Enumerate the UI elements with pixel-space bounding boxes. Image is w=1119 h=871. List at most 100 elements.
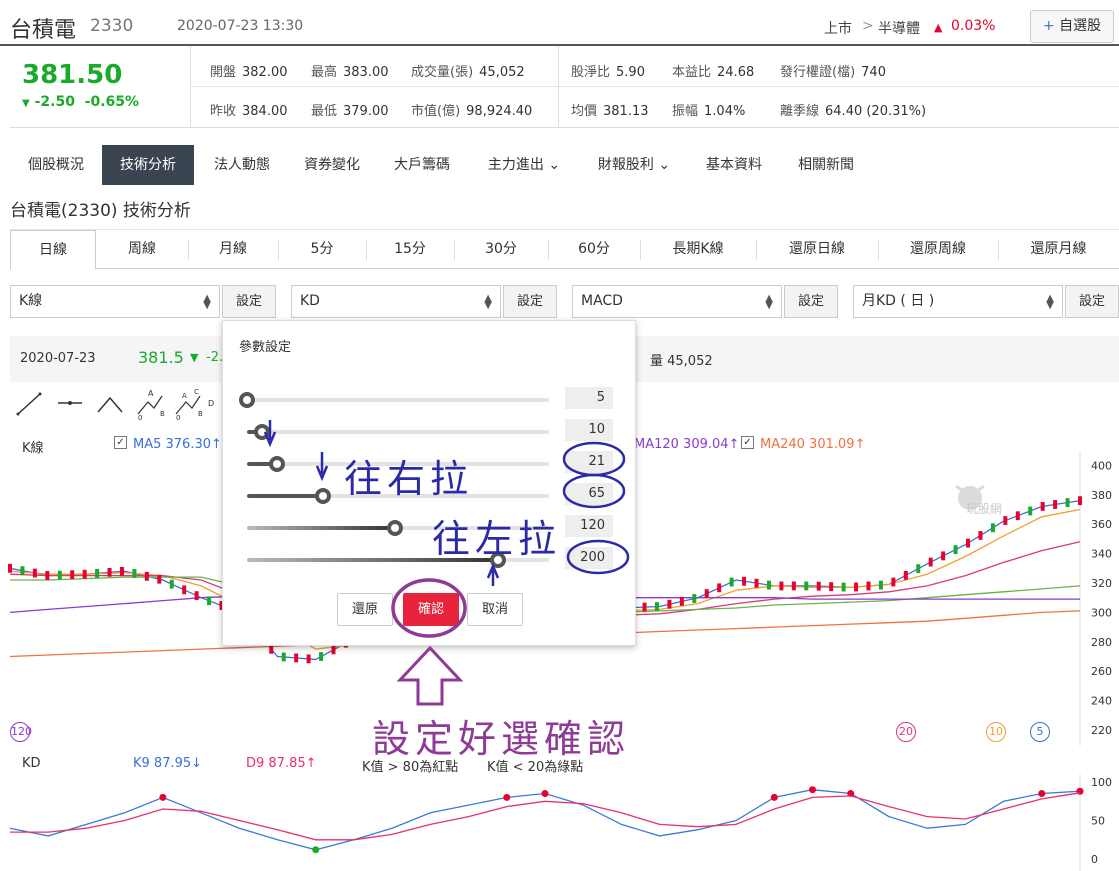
main-tab[interactable]: 大戶籌碼 bbox=[382, 145, 462, 185]
indicator-select[interactable]: KD ▲ ▼ bbox=[291, 285, 501, 318]
candle bbox=[157, 574, 162, 584]
y-tick-label: 380 bbox=[1091, 489, 1112, 502]
main-tab[interactable]: 資券變化 bbox=[292, 145, 372, 185]
checkbox-ma240[interactable]: ✓ bbox=[741, 436, 754, 449]
slider-handle[interactable] bbox=[314, 488, 331, 504]
quote-label: 昨收 bbox=[210, 104, 237, 119]
slider-track[interactable] bbox=[247, 430, 549, 434]
ma240-legend: MA240 301.09↑ bbox=[760, 437, 866, 452]
candle bbox=[729, 577, 734, 587]
quote-label: 最高 bbox=[311, 65, 338, 80]
horizontal-line-icon[interactable] bbox=[58, 401, 82, 405]
candle bbox=[107, 567, 112, 577]
select-value: 月KD ( 日 ) bbox=[862, 293, 935, 309]
confirm-button[interactable]: 確認 bbox=[403, 593, 459, 626]
change-pct: -0.65% bbox=[84, 94, 140, 110]
main-tab[interactable]: 技術分析 bbox=[102, 145, 194, 185]
triangle-down-icon: ▼ bbox=[190, 351, 199, 364]
market-link[interactable]: 上市 bbox=[824, 18, 852, 38]
d9-value: D9 87.85↑ bbox=[246, 756, 317, 771]
period-tab[interactable]: 還原月線 bbox=[998, 230, 1119, 269]
svg-text:D: D bbox=[208, 399, 214, 408]
settings-button[interactable]: 設定 bbox=[784, 285, 838, 318]
settings-button[interactable]: 設定 bbox=[222, 285, 276, 318]
slider-fill bbox=[247, 526, 395, 530]
period-value[interactable]: 65 bbox=[565, 483, 613, 505]
add-watchlist-button[interactable]: + 自選股 bbox=[1030, 10, 1114, 43]
select-arrows-icon: ▲ ▼ bbox=[1046, 293, 1054, 311]
peak-tool-icon[interactable] bbox=[97, 396, 123, 413]
change-value: -2.50 bbox=[34, 94, 75, 110]
period-tab[interactable]: 周線 bbox=[96, 230, 188, 269]
period-value[interactable]: 5 bbox=[565, 387, 613, 409]
candle bbox=[928, 557, 933, 567]
quote-item: 最低 379.00 bbox=[311, 100, 389, 119]
period-tab[interactable]: 日線 bbox=[10, 230, 96, 270]
candle bbox=[941, 551, 946, 561]
main-tab[interactable]: 主力進出 ⌄ bbox=[474, 145, 574, 185]
quote-item: 振幅 1.04% bbox=[672, 100, 745, 119]
period-tab[interactable]: 還原日線 bbox=[756, 230, 878, 269]
quote-item: 市值(億) 98,924.40 bbox=[411, 100, 532, 119]
period-tab[interactable]: 5分 bbox=[278, 230, 366, 269]
settings-button[interactable]: 設定 bbox=[503, 285, 557, 318]
kd-tick-label: 50 bbox=[1091, 815, 1105, 828]
candle bbox=[667, 599, 672, 609]
industry-link[interactable]: 半導體 bbox=[878, 18, 920, 38]
candle bbox=[95, 568, 100, 578]
main-tab-label: 個股概況 bbox=[28, 157, 84, 173]
kd-label: KD bbox=[22, 756, 41, 771]
select-value: MACD bbox=[581, 293, 623, 309]
candle bbox=[269, 644, 274, 654]
period-value[interactable]: 10 bbox=[565, 419, 613, 441]
cancel-button[interactable]: 取消 bbox=[467, 593, 523, 626]
main-tab[interactable]: 相關新聞 bbox=[786, 145, 866, 185]
candle bbox=[45, 571, 50, 580]
slider-handle[interactable] bbox=[386, 520, 403, 536]
settings-button[interactable]: 設定 bbox=[1065, 285, 1119, 318]
period-tab[interactable]: 30分 bbox=[454, 230, 548, 269]
quote-item: 成交量(張) 45,052 bbox=[411, 61, 525, 80]
period-tab[interactable]: 長期K線 bbox=[640, 230, 756, 269]
candle bbox=[169, 579, 174, 589]
y-tick-label: 220 bbox=[1091, 724, 1112, 737]
period-tab[interactable]: 還原周線 bbox=[878, 230, 998, 269]
period-tab[interactable]: 60分 bbox=[548, 230, 640, 269]
candle bbox=[654, 602, 659, 612]
main-tab[interactable]: 法人動態 bbox=[202, 145, 282, 185]
period-tab[interactable]: 月線 bbox=[188, 230, 278, 269]
slider-handle[interactable] bbox=[239, 392, 255, 408]
period-value[interactable]: 120 bbox=[565, 515, 613, 537]
candle bbox=[642, 602, 647, 612]
divider bbox=[558, 46, 559, 128]
slider-track[interactable] bbox=[247, 398, 549, 402]
candle bbox=[953, 545, 958, 555]
reset-button[interactable]: 還原 bbox=[337, 593, 393, 626]
checkbox-ma5[interactable]: ✓ bbox=[114, 436, 127, 449]
candle bbox=[207, 596, 212, 606]
main-tab[interactable]: 基本資料 bbox=[692, 145, 776, 185]
quote-item: 發行權證(檔) 740 bbox=[780, 61, 886, 80]
main-tab-label: 相關新聞 bbox=[798, 157, 854, 173]
period-value[interactable]: 21 bbox=[565, 451, 613, 473]
slider-handle[interactable] bbox=[269, 456, 286, 472]
kd-chart[interactable]: 100 50 0 bbox=[0, 774, 1119, 871]
abcd-tool-icon[interactable]: A C 0 BD bbox=[175, 388, 214, 420]
indicator-select[interactable]: MACD ▲ ▼ bbox=[572, 285, 782, 318]
quote-value: 24.68 bbox=[717, 65, 755, 80]
abc-tool-icon[interactable]: A 0 B bbox=[137, 389, 165, 420]
candle bbox=[1040, 501, 1045, 511]
main-tab-label: 財報股利 bbox=[597, 157, 654, 173]
line-tool-icon[interactable] bbox=[16, 392, 42, 416]
main-tab[interactable]: 個股概況 bbox=[10, 145, 102, 185]
indicator-select[interactable]: 月KD ( 日 ) ▲ ▼ bbox=[853, 285, 1063, 318]
slider-handle[interactable] bbox=[254, 424, 271, 440]
candle bbox=[990, 523, 995, 533]
period-tab[interactable]: 15分 bbox=[366, 230, 454, 269]
candle bbox=[182, 585, 187, 595]
svg-text:A: A bbox=[182, 392, 187, 400]
indicator-select[interactable]: K線 ▲ ▼ bbox=[10, 285, 220, 318]
period-value[interactable]: 200 bbox=[565, 547, 613, 569]
tab-separator bbox=[640, 240, 641, 260]
main-tab[interactable]: 財報股利 ⌄ bbox=[584, 145, 684, 185]
